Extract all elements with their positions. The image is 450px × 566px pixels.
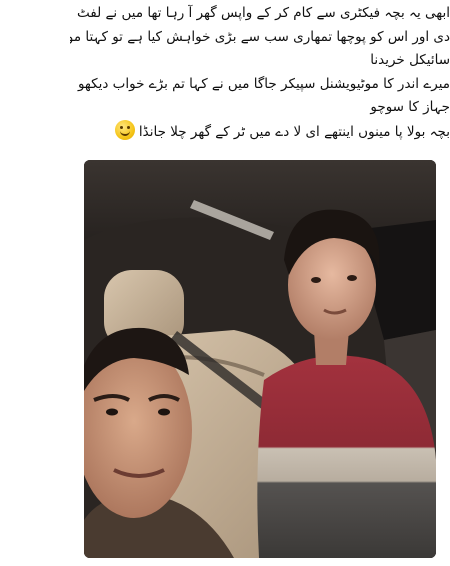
caption-line: میرے اندر کا موٹیویشنل سپیکر جاگا میں نے… (77, 75, 450, 92)
social-post: ابھی یہ بچہ فیکٹری سے کام کر کے واپس گھر… (0, 0, 450, 566)
caption-line: جہاز کا سوچو (370, 99, 450, 115)
caption-line-last: بچہ بولا پا مینوں اینتھے ای لا دے میں ٹر… (70, 119, 450, 145)
caption-line: سائیکل خریدنا (370, 52, 450, 68)
smiling-face-icon (114, 119, 135, 140)
caption-line: دی اور اس کو پوچھا تمھاری سب سے بڑی خواہ… (70, 28, 450, 45)
post-photo[interactable] (84, 160, 436, 558)
boy-jacket (257, 355, 436, 558)
caption-line: ابھی یہ بچہ فیکٹری سے کام کر کے واپس گھر… (77, 5, 450, 21)
post-caption: ابھی یہ بچہ فیکٹری سے کام کر کے واپس گھر… (70, 2, 450, 144)
selfie-in-car-illustration (84, 160, 436, 558)
caption-line-text: بچہ بولا پا مینوں اینتھے ای لا دے میں ٹر… (138, 123, 450, 140)
